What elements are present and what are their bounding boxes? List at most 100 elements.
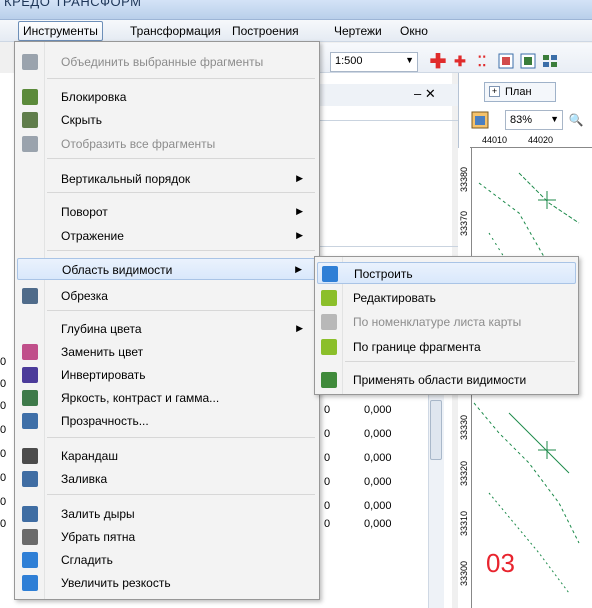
menu-item[interactable]: Вертикальный порядок ▶ — [17, 168, 317, 190]
zoom-value: 83% — [510, 114, 533, 126]
layout-icon[interactable] — [540, 51, 560, 71]
sharpen-icon — [22, 575, 38, 591]
close-icon[interactable]: – ✕ — [414, 86, 436, 102]
submenu-arrow-icon: ▶ — [296, 173, 303, 183]
menu-item[interactable]: Залить дыры — [17, 503, 317, 525]
submenu-item[interactable]: По номенклатуре листа карты — [317, 311, 576, 333]
menu-item-label: Отобразить все фрагменты — [61, 137, 216, 151]
menu-item[interactable]: Скрыть — [17, 109, 317, 131]
menu-item-label: Залить дыры — [61, 507, 135, 521]
transparency-icon — [22, 413, 38, 429]
menu-item[interactable]: Заливка — [17, 468, 317, 490]
view-icon[interactable] — [470, 110, 490, 130]
menu-item-label: Прозрачность... — [61, 414, 149, 428]
ruler-tick-label: 33310 — [459, 510, 469, 536]
table-cell: 0,000 — [364, 404, 392, 416]
table-cell: 0 — [324, 500, 331, 512]
chevron-down-icon: ▼ — [550, 114, 559, 124]
menu-item[interactable]: Обрезка — [17, 285, 317, 307]
menu-item[interactable]: Поворот ▶ — [17, 201, 317, 223]
menu-item[interactable]: Глубина цвета ▶ — [17, 318, 317, 340]
build-region-icon — [322, 266, 338, 282]
menu-item-label: Область видимости — [62, 263, 173, 277]
menu-item-label: Убрать пятна — [61, 530, 136, 544]
panel-divider — [318, 120, 458, 121]
menu-separator — [47, 310, 315, 311]
menu-item[interactable]: Прозрачность... — [17, 410, 317, 432]
table-cell: 0 — [324, 452, 331, 464]
grid-points-icon[interactable]: ⁚⁚ — [472, 51, 492, 71]
panel-divider — [318, 246, 458, 247]
ruler-tick-label: 33370 — [459, 210, 469, 236]
menu-item-label: Поворот — [61, 205, 108, 219]
frame-icon[interactable] — [496, 51, 516, 71]
menu-item[interactable]: Убрать пятна — [17, 526, 317, 548]
submenu-item[interactable]: Редактировать — [317, 287, 576, 309]
table-cell: 0 — [324, 404, 331, 416]
menu-drawings[interactable]: Чертежи — [334, 24, 382, 38]
menu-item-label: Глубина цвета — [61, 322, 142, 336]
menubar: Инструменты Трансформация Построения Чер… — [0, 20, 592, 42]
submenu-item-label: Применять области видимости — [353, 373, 527, 387]
left-value: 0 — [0, 448, 7, 460]
menu-item[interactable]: Отобразить все фрагменты — [17, 133, 317, 155]
submenu-item-label: По границе фрагмента — [353, 340, 481, 354]
panel-header — [318, 84, 458, 106]
menu-item[interactable]: Область видимости ▶ — [17, 258, 317, 280]
table-cell: 0 — [324, 518, 331, 530]
submenu-item[interactable]: По границе фрагмента — [317, 336, 576, 358]
menu-item-label: Увеличить резкость — [61, 576, 171, 590]
add-point-icon[interactable]: ✚ — [428, 51, 448, 73]
menu-item-label: Инвертировать — [61, 368, 146, 382]
left-value: 0 — [0, 496, 7, 508]
chevron-down-icon: ▼ — [405, 55, 414, 65]
submenu-arrow-icon: ▶ — [296, 206, 303, 216]
menu-transformation[interactable]: Трансформация — [130, 24, 221, 38]
menu-constructions[interactable]: Построения — [232, 24, 299, 38]
left-value: 0 — [0, 472, 7, 484]
ruler-tick-label: 33380 — [459, 166, 469, 192]
left-value: 0 — [0, 424, 7, 436]
visibility-area-submenu: Построить Редактировать По номенклатуре ли… — [314, 256, 579, 395]
add-points-icon[interactable]: ✚ — [450, 51, 470, 71]
smooth-icon — [22, 552, 38, 568]
lock-icon — [22, 89, 38, 105]
menu-item-label: Заменить цвет — [61, 345, 144, 359]
ruler-tick-label: 44010 — [482, 135, 508, 145]
menu-item[interactable]: Инвертировать — [17, 364, 317, 386]
ruler-top: 44010 44020 — [470, 134, 592, 148]
menu-item[interactable]: Сгладить — [17, 549, 317, 571]
menu-instruments[interactable]: Инструменты — [18, 21, 103, 41]
submenu-item[interactable]: Построить — [317, 262, 576, 284]
submenu-item[interactable]: Применять области видимости — [317, 369, 576, 391]
crop-icon — [22, 288, 38, 304]
menu-item[interactable]: Отражение ▶ — [17, 225, 317, 247]
ruler-tick-label: 33320 — [459, 460, 469, 486]
table-cell: 0 — [324, 476, 331, 488]
scale-select[interactable]: 1:500 ▼ — [330, 52, 418, 72]
menu-item[interactable]: Блокировка — [17, 86, 317, 108]
menu-item-label: Заливка — [61, 472, 108, 486]
scale-value: 1:500 — [335, 55, 363, 67]
left-value: 0 — [0, 378, 7, 390]
menu-item-label: Блокировка — [61, 90, 127, 104]
fragment-border-icon — [321, 339, 337, 355]
overlay-label: 03 — [486, 548, 515, 578]
scrollbar-thumb[interactable] — [430, 400, 442, 460]
ruler-tick-label: 33300 — [459, 560, 469, 586]
menu-item[interactable]: Заменить цвет — [17, 341, 317, 363]
hide-icon — [22, 112, 38, 128]
menu-item[interactable]: Увеличить резкость — [17, 572, 317, 594]
zoom-select[interactable]: 83% ▼ — [505, 110, 563, 130]
frame-filled-icon[interactable] — [518, 51, 538, 71]
menu-item-label: Карандаш — [61, 449, 118, 463]
menu-item[interactable]: Объединить выбранные фрагменты — [17, 51, 317, 73]
menu-separator — [47, 437, 315, 438]
menu-item[interactable]: Яркость, контраст и гамма... — [17, 387, 317, 409]
menu-separator — [47, 78, 315, 79]
tab-plan[interactable]: + План — [484, 82, 556, 102]
menu-item[interactable]: Карандаш — [17, 445, 317, 467]
menu-window[interactable]: Окно — [400, 24, 428, 38]
edit-region-icon — [321, 290, 337, 306]
zoom-icon[interactable]: 🔍 — [566, 110, 586, 130]
